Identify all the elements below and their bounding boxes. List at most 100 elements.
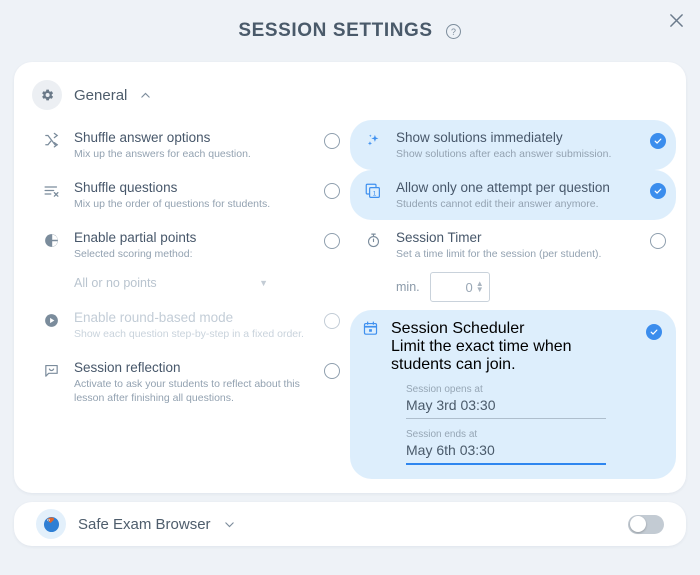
option-toggle-radio[interactable] xyxy=(324,133,340,149)
right-options-column: Show solutions immediately Show solution… xyxy=(350,120,682,479)
svg-text:?: ? xyxy=(451,26,456,36)
option-description: Show solutions after each answer submiss… xyxy=(396,148,612,160)
option-toggle-radio[interactable] xyxy=(650,183,666,199)
scoring-method-dropdown[interactable]: All or no points ▼ xyxy=(74,272,274,294)
seb-expand-toggle[interactable] xyxy=(223,518,236,531)
session-opens-value[interactable]: May 3rd 03:30 xyxy=(406,397,606,419)
general-card-header[interactable]: General xyxy=(14,72,686,116)
minutes-value: 0 xyxy=(465,279,473,295)
scheduler-title: Session Scheduler xyxy=(391,320,525,337)
general-collapse-toggle[interactable] xyxy=(139,89,152,102)
session-ends-label: Session ends at xyxy=(406,429,478,440)
option-description: Show each question step-by-step in a fix… xyxy=(74,328,304,340)
scoring-method-value: All or no points xyxy=(74,276,157,290)
option-title: Allow only one attempt per question xyxy=(396,180,610,195)
option-enable-round-based-mode: Enable round-based mode Show each questi… xyxy=(28,300,350,350)
scheduler-text: Session Scheduler Limit the exact time w… xyxy=(391,320,628,374)
session-settings-modal: SESSION SETTINGS ? General Shuffle answe… xyxy=(0,0,700,575)
general-settings-card: General Shuffle answer options Mix up th… xyxy=(14,62,686,493)
option-title: Session reflection xyxy=(74,360,181,375)
calendar-icon xyxy=(362,320,379,342)
option-title: Show solutions immediately xyxy=(396,130,563,145)
chevron-up-icon xyxy=(141,92,151,98)
option-text: Session reflection Activate to ask your … xyxy=(74,359,306,405)
option-title: Enable partial points xyxy=(74,230,197,245)
scheduler-header: Session Scheduler Limit the exact time w… xyxy=(362,320,662,374)
toggle-knob xyxy=(630,516,646,532)
option-text: Enable partial points Selected scoring m… xyxy=(74,229,306,261)
option-text: Session Timer Set a time limit for the s… xyxy=(396,229,632,261)
general-label: General xyxy=(74,86,128,104)
option-description: Selected scoring method: xyxy=(74,248,193,260)
seb-enable-toggle[interactable] xyxy=(628,514,664,534)
option-title: Session Timer xyxy=(396,230,482,245)
minutes-stepper[interactable]: 0 ▲ ▼ xyxy=(429,272,490,302)
seb-logo-badge xyxy=(36,509,66,539)
option-description: Set a time limit for the session (per st… xyxy=(396,248,602,260)
option-text: Shuffle questions Mix up the order of qu… xyxy=(74,179,306,211)
option-session-reflection[interactable]: Session reflection Activate to ask your … xyxy=(28,350,350,414)
help-button[interactable]: ? xyxy=(445,23,462,40)
option-description: Mix up the answers for each question. xyxy=(74,148,251,160)
option-text: Shuffle answer options Mix up the answer… xyxy=(74,129,306,161)
option-description: Activate to ask your students to reflect… xyxy=(74,378,300,404)
svg-text:1: 1 xyxy=(373,191,377,198)
session-opens-field[interactable]: Session opens at May 3rd 03:30 xyxy=(406,384,606,419)
minutes-label: min. xyxy=(396,280,420,294)
session-scheduler-block[interactable]: Session Scheduler Limit the exact time w… xyxy=(350,310,676,479)
session-ends-value[interactable]: May 6th 03:30 xyxy=(406,442,606,465)
stepper-arrows-icon[interactable]: ▲ ▼ xyxy=(476,280,484,294)
option-session-timer[interactable]: Session Timer Set a time limit for the s… xyxy=(350,220,676,270)
seb-header[interactable]: Safe Exam Browser xyxy=(36,509,628,539)
caret-down-icon: ▼ xyxy=(259,278,268,288)
shuffle-icon xyxy=(40,132,62,149)
session-ends-field[interactable]: Session ends at May 6th 03:30 xyxy=(406,429,606,465)
gear-badge xyxy=(32,80,62,110)
check-icon xyxy=(654,188,662,194)
seb-label: Safe Exam Browser xyxy=(78,515,211,533)
option-text: Enable round-based mode Show each questi… xyxy=(74,309,306,341)
modal-header: SESSION SETTINGS ? xyxy=(0,0,700,62)
close-button[interactable] xyxy=(662,6,690,34)
scheduler-description: Limit the exact time when students can j… xyxy=(391,338,572,373)
option-description: Students cannot edit their answer anymor… xyxy=(396,198,599,210)
option-title: Shuffle answer options xyxy=(74,130,211,145)
option-title: Enable round-based mode xyxy=(74,310,234,325)
option-toggle-radio[interactable] xyxy=(650,133,666,149)
option-toggle-radio[interactable] xyxy=(650,233,666,249)
option-text: Allow only one attempt per question Stud… xyxy=(396,179,632,211)
scheduler-toggle-radio[interactable] xyxy=(646,324,662,340)
option-text: Show solutions immediately Show solution… xyxy=(396,129,632,161)
chat-bubble-icon xyxy=(40,362,62,379)
seb-logo-icon xyxy=(43,516,59,532)
gear-icon xyxy=(42,89,54,101)
left-options-column: Shuffle answer options Mix up the answer… xyxy=(18,120,350,479)
play-circle-icon xyxy=(40,312,62,329)
one-attempt-icon: 1 xyxy=(362,182,384,200)
option-description: Mix up the order of questions for studen… xyxy=(74,198,271,210)
pie-chart-icon xyxy=(40,232,62,249)
check-icon xyxy=(654,138,662,144)
session-timer-stepper-row: min. 0 ▲ ▼ xyxy=(396,272,676,302)
session-opens-label: Session opens at xyxy=(406,384,483,395)
close-icon xyxy=(669,13,683,27)
safe-exam-browser-card: Safe Exam Browser xyxy=(14,502,686,546)
page-title: SESSION SETTINGS xyxy=(238,20,433,41)
option-toggle-radio[interactable] xyxy=(324,233,340,249)
option-toggle-radio xyxy=(324,313,340,329)
stopwatch-icon xyxy=(362,232,384,249)
option-title: Shuffle questions xyxy=(74,180,178,195)
option-allow-only-one-attempt[interactable]: 1 Allow only one attempt per question St… xyxy=(350,170,676,220)
option-shuffle-questions[interactable]: Shuffle questions Mix up the order of qu… xyxy=(28,170,350,220)
option-enable-partial-points[interactable]: Enable partial points Selected scoring m… xyxy=(28,220,350,270)
option-toggle-radio[interactable] xyxy=(324,363,340,379)
settings-columns: Shuffle answer options Mix up the answer… xyxy=(14,116,686,479)
option-toggle-radio[interactable] xyxy=(324,183,340,199)
chevron-down-icon xyxy=(224,521,234,527)
list-shuffle-icon xyxy=(40,182,62,199)
check-icon xyxy=(650,329,658,335)
option-show-solutions-immediately[interactable]: Show solutions immediately Show solution… xyxy=(350,120,676,170)
sparkles-icon xyxy=(362,132,384,149)
option-shuffle-answer-options[interactable]: Shuffle answer options Mix up the answer… xyxy=(28,120,350,170)
help-circle-icon: ? xyxy=(445,23,461,39)
